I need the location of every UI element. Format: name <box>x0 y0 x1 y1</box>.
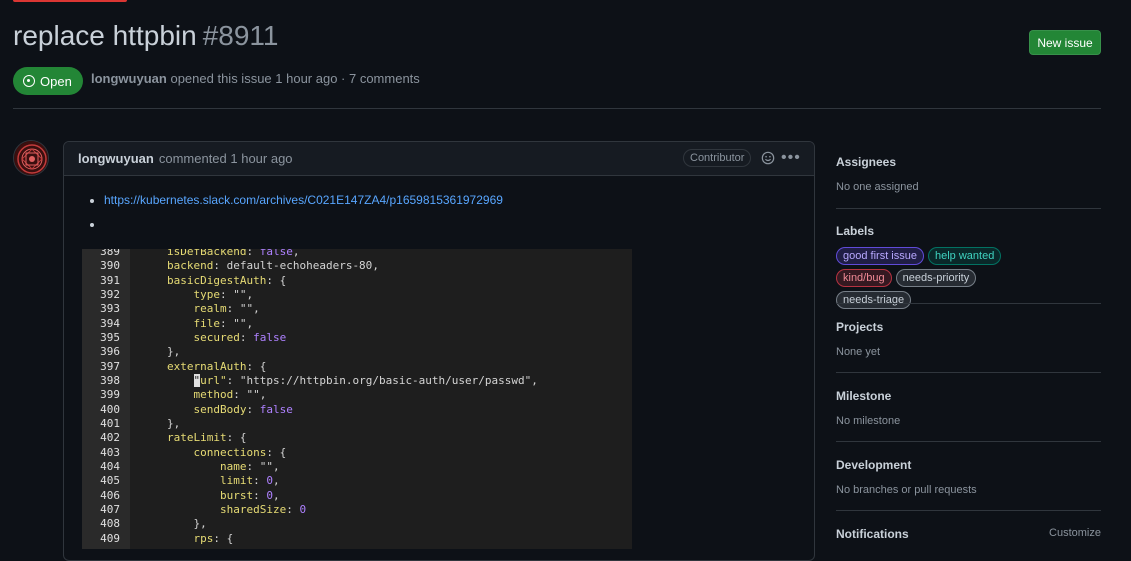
code-text: rps: { <box>193 531 234 545</box>
comment-author-link[interactable]: longwuyuan <box>78 151 154 166</box>
list-item: https://kubernetes.slack.com/archives/C0… <box>104 190 503 214</box>
projects-value: None yet <box>836 346 881 358</box>
avatar[interactable] <box>13 140 49 176</box>
code-text: burst: 0, <box>219 488 280 502</box>
assignees-value: No one assigned <box>836 181 919 193</box>
line-number: 395 <box>100 330 120 344</box>
code-text: backend: default-echoheaders-80, <box>167 259 379 273</box>
line-number: 396 <box>100 345 120 359</box>
comment-header: longwuyuan commented 1 hour ago Contribu… <box>64 142 814 176</box>
code-text: "url": "https://httpbin.org/basic-auth/u… <box>193 373 538 387</box>
notifications-section: Notifications Customize <box>836 527 1101 541</box>
code-text: file: "", <box>193 316 254 330</box>
code-text: isDefBackend: false, <box>167 249 300 258</box>
top-accent-bar <box>13 0 127 2</box>
labels-title[interactable]: Labels <box>836 224 1101 238</box>
issue-author-link[interactable]: longwuyuan <box>91 71 167 86</box>
line-number: 398 <box>100 373 120 387</box>
list-item-empty <box>104 214 503 238</box>
new-issue-button[interactable]: New issue <box>1029 30 1101 55</box>
line-number: 406 <box>100 488 120 502</box>
labels-section: Labels good first issue help wanted kind/b… <box>836 224 1101 309</box>
line-number: 403 <box>100 445 120 459</box>
header-divider <box>13 108 1101 109</box>
comment-time[interactable]: commented 1 hour ago <box>159 151 293 166</box>
issue-opened-icon <box>23 75 35 87</box>
line-number: 402 <box>100 431 120 445</box>
line-number: 407 <box>100 502 120 516</box>
sidebar-divider <box>836 303 1101 304</box>
kebab-horizontal-icon[interactable]: ••• <box>781 150 801 166</box>
label-badge[interactable]: good first issue <box>836 247 924 265</box>
slack-link[interactable]: https://kubernetes.slack.com/archives/C0… <box>104 193 503 207</box>
sidebar-divider <box>836 510 1101 511</box>
code-text: name: "", <box>219 459 280 473</box>
code-text: sharedSize: 0 <box>219 502 307 516</box>
sidebar-divider <box>836 372 1101 373</box>
issue-number: #8911 <box>202 20 279 51</box>
sidebar-divider <box>836 441 1101 442</box>
development-section: Development No branches or pull requests <box>836 458 1101 496</box>
comment-box: longwuyuan commented 1 hour ago Contribu… <box>63 141 815 561</box>
code-text: limit: 0, <box>219 474 280 488</box>
labels-list: good first issue help wanted kind/bug needs… <box>836 247 1036 309</box>
line-number: 390 <box>100 259 120 273</box>
issue-state-badge: Open <box>13 67 83 95</box>
code-text: realm: "", <box>193 302 260 316</box>
line-number: 393 <box>100 302 120 316</box>
contributor-badge: Contributor <box>683 149 752 167</box>
line-number: 397 <box>100 359 120 373</box>
line-number: 392 <box>100 287 120 301</box>
projects-title[interactable]: Projects <box>836 320 1101 334</box>
development-title[interactable]: Development <box>836 458 1101 472</box>
issue-state-label: Open <box>40 73 72 89</box>
code-text: }, <box>167 416 181 430</box>
issue-title: replace httpbin #8911 <box>13 20 278 52</box>
label-badge[interactable]: needs-priority <box>895 269 977 287</box>
code-text: method: "", <box>193 388 267 402</box>
code-text: type: "", <box>193 287 254 301</box>
milestone-title[interactable]: Milestone <box>836 389 1101 403</box>
customize-link[interactable]: Customize <box>1049 527 1101 539</box>
label-badge[interactable]: help wanted <box>927 247 1002 265</box>
milestone-section: Milestone No milestone <box>836 389 1101 427</box>
line-number: 391 <box>100 273 120 287</box>
line-number: 404 <box>100 459 120 473</box>
development-value: No branches or pull requests <box>836 484 977 496</box>
line-number: 399 <box>100 388 120 402</box>
code-text: connections: { <box>193 445 287 459</box>
code-text: externalAuth: { <box>167 359 267 373</box>
line-number: 409 <box>100 531 120 545</box>
assignees-section: Assignees No one assigned <box>836 155 1101 193</box>
line-number: 408 <box>100 517 120 531</box>
sidebar-divider <box>836 208 1101 209</box>
line-number: 394 <box>100 316 120 330</box>
issue-opened-text: opened this issue 1 hour ago · 7 comment… <box>170 71 420 86</box>
line-number: 405 <box>100 474 120 488</box>
label-badge[interactable]: needs-triage <box>836 291 912 309</box>
code-text: secured: false <box>193 330 287 344</box>
comment-bullet-list: https://kubernetes.slack.com/archives/C0… <box>90 190 503 238</box>
code-screenshot: 389 isDefBackend: false, 390 backend: defau… <box>82 249 632 549</box>
assignees-title[interactable]: Assignees <box>836 155 1101 169</box>
smiley-icon[interactable] <box>761 151 775 165</box>
milestone-value: No milestone <box>836 415 901 427</box>
code-text: sendBody: false <box>193 402 293 416</box>
line-number: 389 <box>100 249 120 258</box>
projects-section: Projects None yet <box>836 320 1101 358</box>
line-number: 401 <box>100 416 120 430</box>
line-number: 400 <box>100 402 120 416</box>
issue-meta: longwuyuan opened this issue 1 hour ago … <box>91 71 420 86</box>
code-text: }, <box>167 345 181 359</box>
code-text: rateLimit: { <box>167 431 247 445</box>
code-text: }, <box>193 517 207 531</box>
issue-title-text: replace httpbin <box>13 20 197 51</box>
avatar-image <box>14 141 48 175</box>
label-badge[interactable]: kind/bug <box>836 269 892 287</box>
code-text: basicDigestAuth: { <box>167 273 287 287</box>
